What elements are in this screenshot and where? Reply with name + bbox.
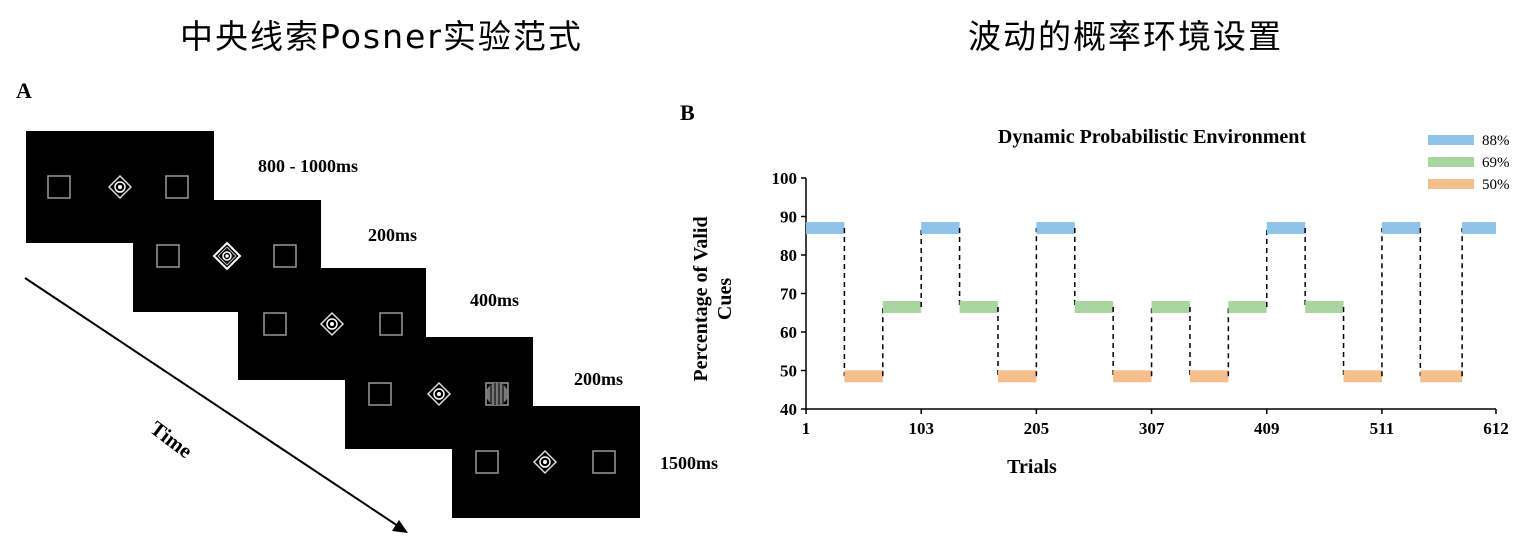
y-tick-label: 50 [780,362,797,381]
y-axis-label-line1: Percentage of Valid [690,216,712,381]
left-title: 中央线索Posner实验范式 [180,17,583,56]
segment-bar [1074,300,1114,313]
segment-bar [1462,222,1496,235]
x-tick-label: 103 [908,419,934,438]
y-tick-label: 40 [780,400,797,419]
x-tick-label: 307 [1139,419,1165,438]
segment-bar [959,300,998,313]
segment-bar [1305,300,1344,313]
y-tick-label: 80 [780,246,797,265]
probability-chart: Dynamic Probabilistic Environment 88% 69%… [690,126,1510,478]
x-tick-label: 409 [1254,419,1280,438]
segment-bar [1228,300,1267,313]
legend-label: 88% [1482,133,1510,149]
segment-bar [1113,370,1152,383]
y-tick-label: 60 [780,323,797,342]
panel-a-label: A [16,78,32,103]
timing-delay: 400ms [470,290,519,310]
y-tick-label: 100 [772,169,798,188]
timing-cue: 200ms [368,225,417,245]
y-tick-label: 70 [780,285,797,304]
segment-bar [882,300,922,313]
segment-bar [1151,300,1190,313]
segment-bar [1420,370,1463,383]
timing-fixation: 800 - 1000ms [258,156,358,176]
chart-marks [806,222,1496,383]
legend-swatch [1428,135,1474,145]
x-tick-label: 511 [1370,419,1395,438]
chart-axes: 40 50 60 70 80 90 100 1 103 205 307 409 511 612 [772,169,1509,438]
screen-feedback [452,406,640,518]
legend-swatch [1428,179,1474,189]
segment-bar [1266,222,1306,235]
fixation-icon [426,381,452,407]
grating-target-icon [486,383,508,405]
segment-bar [1381,222,1421,235]
x-tick-label: 612 [1483,419,1509,438]
time-arrow [24,277,408,533]
fixation-icon [532,449,558,475]
chart-legend: 88% 69% 50% [1428,133,1510,193]
y-axis-label-line2: Cues [714,278,736,320]
segment-bar [1343,370,1382,383]
y-tick-label: 90 [780,208,797,227]
legend-label: 69% [1482,155,1510,171]
legend-label: 50% [1482,177,1510,193]
legend-swatch [1428,157,1474,167]
segment-bar [921,222,960,235]
x-tick-label: 1 [802,419,811,438]
segment-bar [844,370,883,383]
segment-bar [1036,222,1075,235]
timing-target: 200ms [574,369,623,389]
segment-bar [1189,370,1229,383]
y-axis-label: Percentage of Valid Cues [690,216,736,381]
fixation-icon [107,174,133,200]
x-tick-label: 205 [1024,419,1050,438]
x-axis-label: Trials [1007,456,1057,478]
segment-bar [997,370,1037,383]
chart-title: Dynamic Probabilistic Environment [998,126,1307,148]
segment-bar [806,222,845,235]
right-title: 波动的概率环境设置 [968,17,1283,56]
cue-left-arrow-icon [212,241,242,271]
